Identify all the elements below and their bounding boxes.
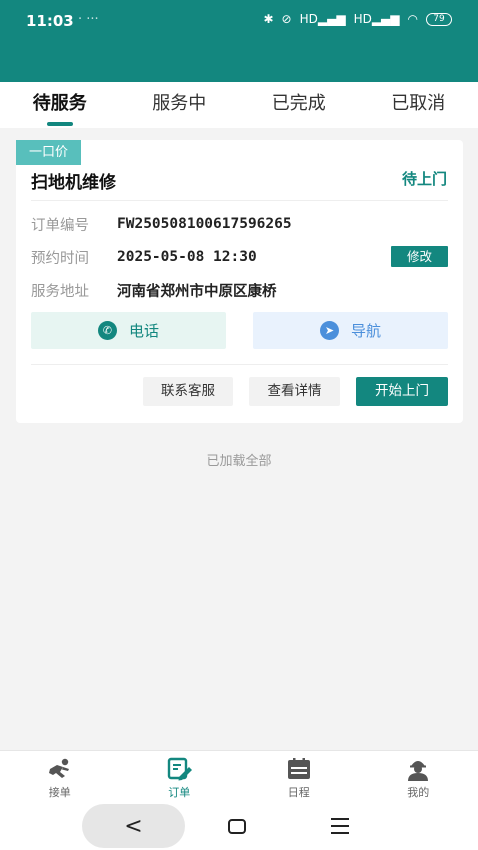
signal-icon-2: HD▂▄▆: [353, 12, 400, 26]
calendar-icon: [287, 758, 310, 779]
order-edit-icon: [168, 757, 193, 781]
nav-label-profile: 我的: [407, 786, 430, 799]
tab-completed[interactable]: 已完成: [239, 82, 359, 128]
navigation-arrow-icon: ➤: [319, 321, 339, 340]
order-title: 扫地机维修: [31, 173, 116, 193]
contact-support-button[interactable]: 联系客服: [143, 377, 233, 406]
order-card: 一口价 扫地机维修 待上门 订单编号 FW250508100617596265 …: [16, 140, 463, 423]
tab-pending-service[interactable]: 待服务: [0, 82, 120, 128]
runner-icon: [48, 758, 69, 778]
tab-in-service[interactable]: 服务中: [120, 82, 240, 128]
status-icons: ✱ ⊘ HD▂▄▆ HD▂▄▆ ◠ 79: [263, 12, 452, 26]
signal-icon: HD▂▄▆: [299, 12, 346, 26]
status-time: 11:03: [26, 12, 74, 30]
service-address-row: 服务地址 河南省郑州市中原区康桥: [31, 279, 448, 301]
tab-cancelled[interactable]: 已取消: [359, 82, 478, 128]
nav-item-orders[interactable]: 订单: [120, 751, 240, 804]
order-number-value: FW250508100617596265: [117, 216, 292, 232]
wifi-icon: ◠: [407, 12, 418, 26]
start-visit-button[interactable]: 开始上门: [356, 377, 448, 406]
nav-item-schedule[interactable]: 日程: [239, 751, 359, 804]
appointment-time-label: 预约时间: [31, 250, 89, 267]
order-number-row: 订单编号 FW250508100617596265: [31, 213, 448, 235]
service-address-value: 河南省郑州市中原区康桥: [117, 283, 277, 300]
order-number-label: 订单编号: [31, 217, 89, 234]
appointment-time-value: 2025-05-08 12:30: [117, 249, 257, 265]
mute-icon: ⊘: [281, 12, 292, 26]
system-menu-button[interactable]: [331, 818, 349, 834]
nav-item-take-orders[interactable]: 接单: [0, 751, 120, 804]
service-address-label: 服务地址: [31, 283, 89, 300]
back-chevron-icon: <: [124, 813, 143, 839]
call-button[interactable]: ✆ 电话: [31, 312, 226, 349]
list-end-text: 已加载全部: [206, 454, 272, 469]
divider: [31, 200, 448, 201]
phone-icon: ✆: [97, 321, 117, 340]
profile-icon: [408, 761, 429, 781]
notification-dots: · ···: [78, 12, 99, 27]
bluetooth-icon: ✱: [263, 12, 274, 26]
view-details-button[interactable]: 查看详情: [249, 377, 340, 406]
status-bar: 11:03 · ··· ✱ ⊘ HD▂▄▆ HD▂▄▆ ◠ 79: [0, 0, 478, 44]
system-home-button[interactable]: [228, 819, 246, 834]
header-band: [0, 44, 478, 82]
system-back-button[interactable]: <: [82, 804, 185, 848]
navigate-label: 导航: [350, 322, 381, 340]
battery-icon: 79: [426, 12, 452, 26]
navigate-button[interactable]: ➤ 导航: [253, 312, 448, 349]
nav-label-schedule: 日程: [287, 786, 310, 799]
system-navigation-bar: <: [0, 804, 478, 850]
modify-time-button[interactable]: 修改: [391, 246, 448, 267]
call-label: 电话: [128, 322, 159, 340]
price-tag: 一口价: [16, 140, 81, 165]
bottom-nav: 接单 订单 日程 我的: [0, 750, 478, 804]
order-status: 待上门: [401, 170, 447, 188]
nav-label-orders: 订单: [168, 786, 191, 799]
nav-item-profile[interactable]: 我的: [359, 751, 478, 804]
divider: [31, 364, 448, 365]
order-tabs: 待服务 服务中 已完成 已取消: [0, 82, 478, 128]
nav-label-take-orders: 接单: [48, 786, 71, 799]
appointment-time-row: 预约时间 2025-05-08 12:30 修改: [31, 246, 448, 268]
